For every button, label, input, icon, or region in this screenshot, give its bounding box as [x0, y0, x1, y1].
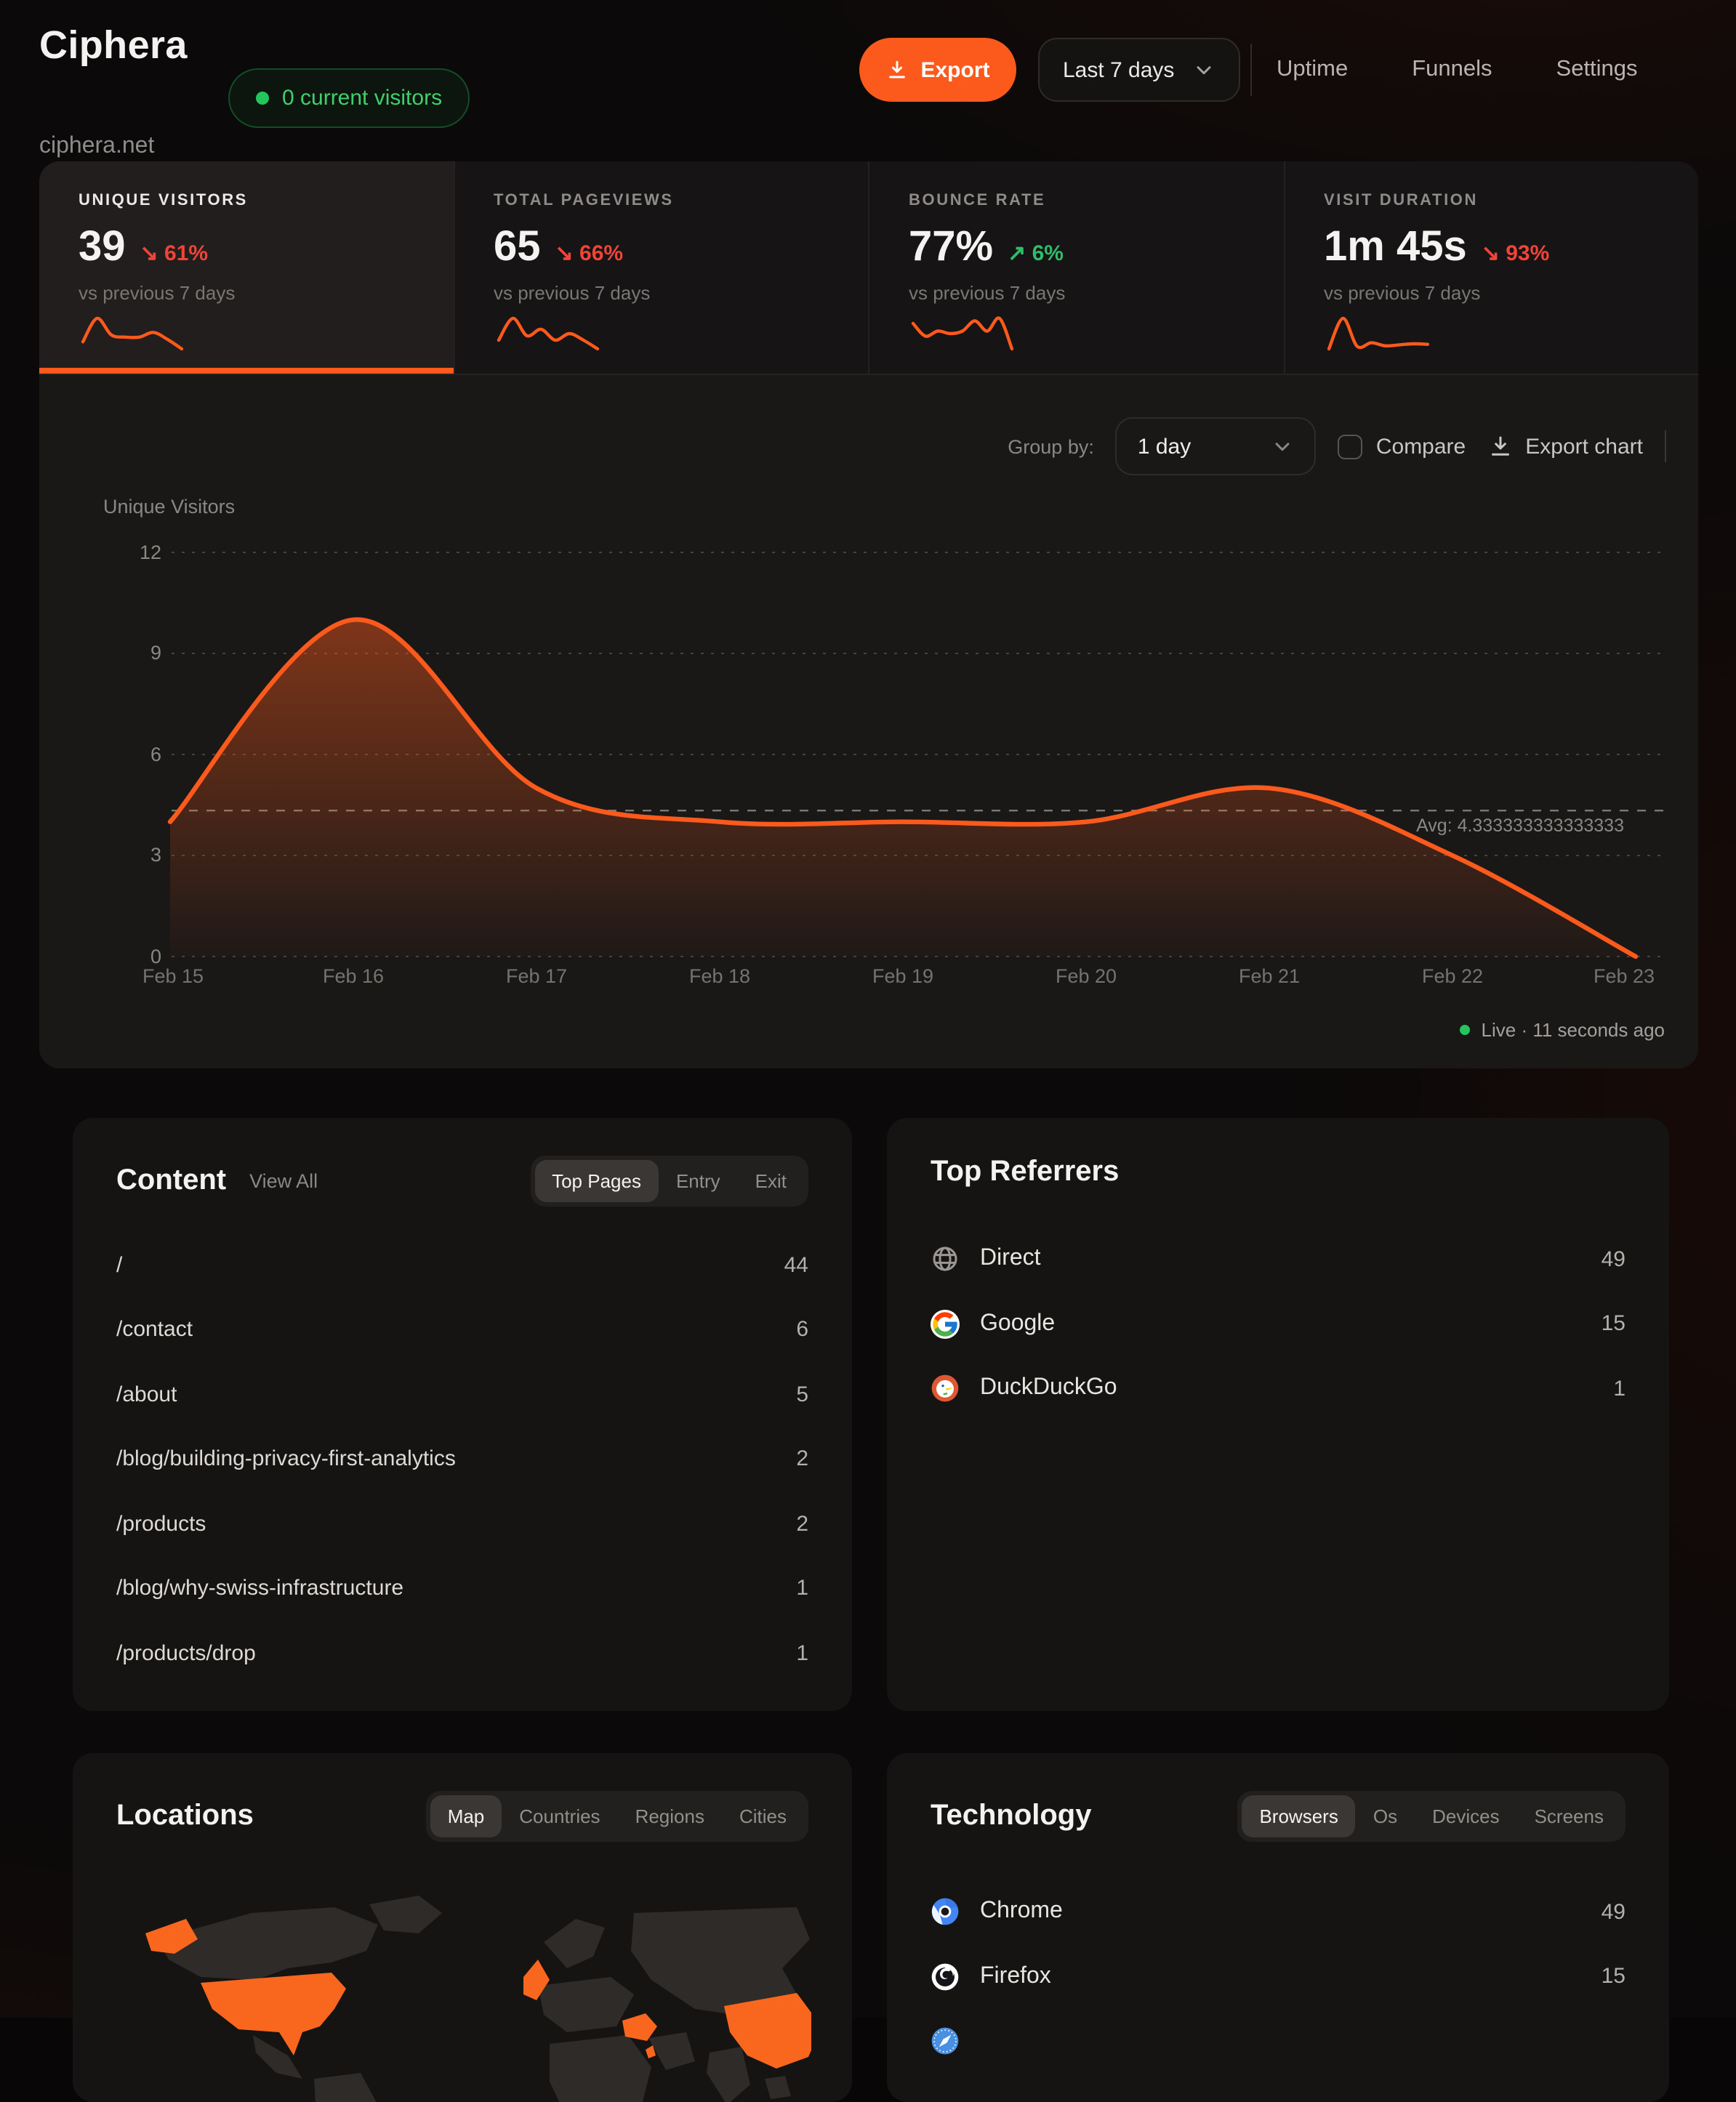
technology-card: Technology Browsers Os Devices Screens C…: [887, 1753, 1669, 2102]
x-tick: Feb 19: [872, 965, 933, 987]
chevron-down-icon: [1192, 58, 1215, 81]
nav-item-uptime[interactable]: Uptime: [1277, 57, 1348, 83]
page-row[interactable]: /44: [116, 1233, 808, 1297]
page-row[interactable]: /contact6: [116, 1297, 808, 1362]
top-nav: Uptime Funnels Settings: [1277, 38, 1638, 102]
top-referrers-card: Top Referrers Direct 49 Google 15: [887, 1118, 1669, 1711]
current-visitors-label: 0 current visitors: [282, 86, 442, 110]
date-range-value: Last 7 days: [1063, 57, 1174, 82]
technology-tabs: Browsers Os Devices Screens: [1237, 1791, 1626, 1842]
x-tick: Feb 18: [689, 965, 750, 987]
y-tick: 12: [74, 541, 161, 563]
content-tabs: Top Pages Entry Exit: [530, 1156, 808, 1207]
analytics-dashboard: Ciphera 0 current visitors ciphera.net E…: [0, 0, 1736, 2018]
x-tick: Feb 15: [142, 965, 204, 987]
google-icon: [931, 1310, 960, 1339]
chart-series-label: Unique Visitors: [103, 496, 235, 518]
live-dot-icon: [1460, 1025, 1470, 1035]
tab-top-pages[interactable]: Top Pages: [534, 1160, 659, 1202]
x-tick: Feb 17: [506, 965, 567, 987]
content-card: Content View All Top Pages Entry Exit /4…: [73, 1118, 852, 1711]
duckduckgo-icon: [931, 1374, 960, 1404]
tab-countries[interactable]: Countries: [502, 1795, 617, 1837]
x-tick: Feb 16: [323, 965, 384, 987]
tab-screens[interactable]: Screens: [1517, 1795, 1621, 1837]
y-tick: 6: [74, 744, 161, 765]
referrers-title: Top Referrers: [931, 1156, 1119, 1189]
referrers-list: Direct 49 Google 15: [931, 1227, 1626, 1421]
overview-card: UNIQUE VISITORS 39 ↘ 61% vs previous 7 d…: [39, 161, 1698, 1068]
browser-row[interactable]: Chrome 49: [931, 1880, 1626, 1944]
tab-devices[interactable]: Devices: [1415, 1795, 1517, 1837]
current-visitors-badge[interactable]: 0 current visitors: [228, 68, 470, 128]
referrer-row[interactable]: Google 15: [931, 1292, 1626, 1356]
tab-cities[interactable]: Cities: [722, 1795, 804, 1837]
header-divider: [1250, 44, 1252, 96]
globe-icon: [931, 1245, 960, 1274]
view-all-link[interactable]: View All: [249, 1170, 318, 1192]
browser-row-partial[interactable]: [931, 2009, 1626, 2074]
tab-regions[interactable]: Regions: [618, 1795, 722, 1837]
page-row[interactable]: /about5: [116, 1362, 808, 1427]
locations-tabs: Map Countries Regions Cities: [426, 1791, 808, 1842]
safari-icon: [931, 2027, 960, 2056]
browser-row[interactable]: Firefox 15: [931, 1944, 1626, 2009]
y-tick: 3: [74, 844, 161, 866]
referrer-row[interactable]: Direct 49: [931, 1227, 1626, 1292]
tab-browsers[interactable]: Browsers: [1242, 1795, 1355, 1837]
unique-visitors-line-chart[interactable]: [39, 161, 1698, 1068]
site-domain: ciphera.net: [39, 134, 154, 160]
y-tick: 9: [74, 642, 161, 664]
x-tick: Feb 22: [1422, 965, 1483, 987]
average-line-label: Avg: 4.333333333333333: [1304, 816, 1624, 836]
x-tick: Feb 20: [1056, 965, 1117, 987]
chrome-icon: [931, 1898, 960, 1927]
date-range-select[interactable]: Last 7 days: [1038, 38, 1239, 102]
tab-entry[interactable]: Entry: [659, 1160, 738, 1202]
live-status-text: Live · 11 seconds ago: [1482, 1019, 1665, 1041]
download-icon: [885, 58, 909, 81]
page-row[interactable]: /blog/why-swiss-infrastructure1: [116, 1556, 808, 1621]
nav-item-funnels[interactable]: Funnels: [1412, 57, 1492, 83]
top-pages-list: /44 /contact6 /about5 /blog/building-pri…: [116, 1233, 808, 1686]
referrer-row[interactable]: DuckDuckGo 1: [931, 1356, 1626, 1421]
export-button[interactable]: Export: [859, 38, 1016, 102]
firefox-icon: [931, 1962, 960, 1992]
live-status: Live · 11 seconds ago: [1460, 1019, 1665, 1041]
content-title: Content: [116, 1164, 226, 1198]
page-row[interactable]: /products2: [116, 1491, 808, 1556]
locations-card: Locations Map Countries Regions Cities: [73, 1753, 852, 2102]
export-button-label: Export: [920, 57, 989, 82]
locations-title: Locations: [116, 1800, 254, 1833]
world-map[interactable]: [113, 1893, 811, 2102]
technology-title: Technology: [931, 1800, 1092, 1833]
page-row[interactable]: /products/drop1: [116, 1621, 808, 1686]
browsers-list: Chrome 49 Firefox 15: [931, 1880, 1626, 2074]
nav-item-settings[interactable]: Settings: [1556, 57, 1638, 83]
tab-os[interactable]: Os: [1356, 1795, 1415, 1837]
live-dot-icon: [256, 92, 269, 105]
tab-map[interactable]: Map: [430, 1795, 502, 1837]
x-tick: Feb 21: [1239, 965, 1300, 987]
tab-exit[interactable]: Exit: [738, 1160, 804, 1202]
page-row[interactable]: /blog/building-privacy-first-analytics2: [116, 1427, 808, 1491]
y-tick: 0: [74, 946, 161, 967]
page-title: Ciphera: [39, 23, 188, 68]
x-tick: Feb 23: [1594, 965, 1655, 987]
